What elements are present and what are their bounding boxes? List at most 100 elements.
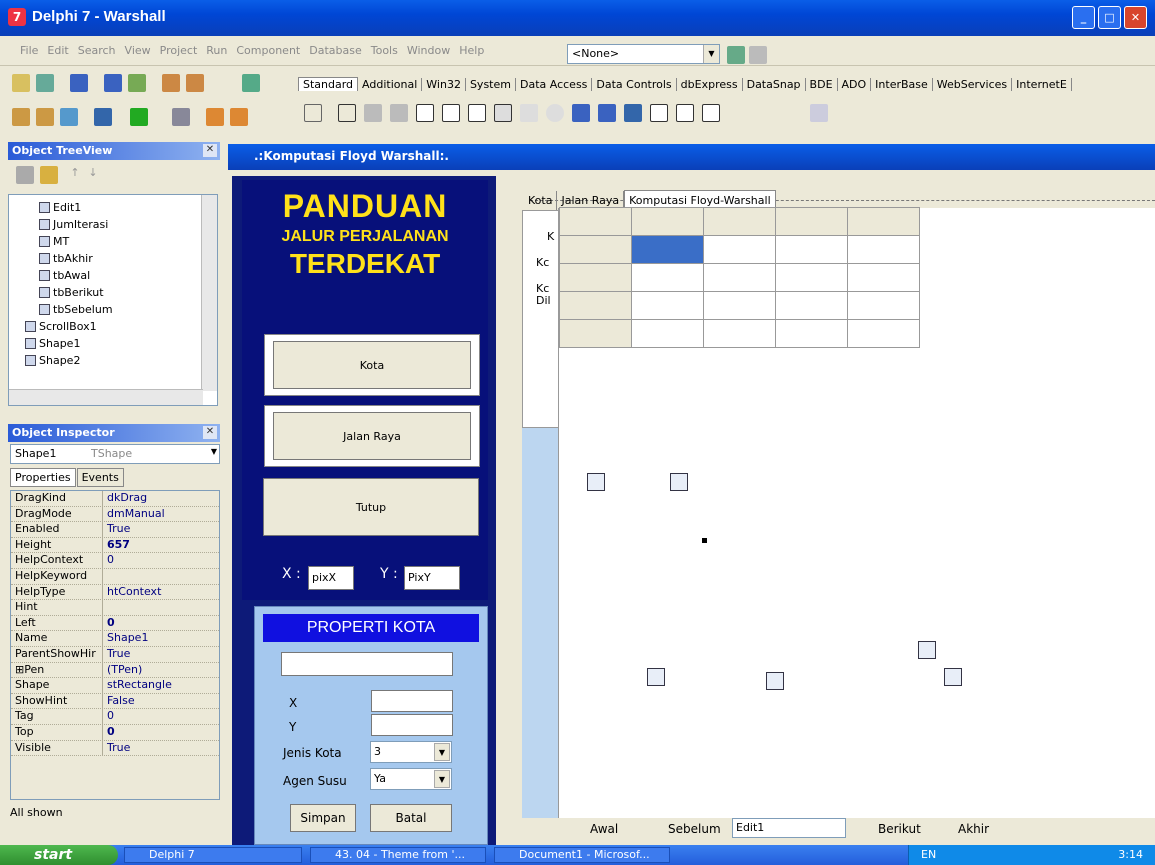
- property-value[interactable]: Shape1: [103, 631, 219, 646]
- property-row[interactable]: Left 0: [11, 615, 219, 632]
- edit-icon[interactable]: [442, 104, 460, 122]
- view-form-icon[interactable]: [36, 108, 54, 126]
- property-value[interactable]: dmManual: [103, 507, 219, 522]
- new-item-icon[interactable]: [40, 166, 58, 184]
- property-row[interactable]: DragMode dmManual: [11, 506, 219, 523]
- menu-tools[interactable]: Tools: [371, 44, 398, 57]
- object-treeview[interactable]: Edit1 JumIterasi MT tbAkhir tbAwal tbBer…: [8, 194, 218, 406]
- tab-properties[interactable]: Properties: [10, 468, 76, 487]
- palette-tab-interbase[interactable]: InterBase: [871, 77, 933, 91]
- table-component-icon[interactable]: [587, 473, 605, 491]
- chevron-down-icon[interactable]: ▼: [434, 743, 450, 761]
- datasource-icon[interactable]: [647, 668, 665, 686]
- view-unit-icon[interactable]: [12, 108, 30, 126]
- label-icon[interactable]: [416, 104, 434, 122]
- property-row[interactable]: DragKind dkDrag: [11, 491, 219, 507]
- property-grid[interactable]: DragKind dkDrag DragMode dmManual Enabled Tru…: [10, 490, 220, 800]
- property-row[interactable]: ⊞Pen (TPen): [11, 662, 219, 679]
- toggle-form-unit-icon[interactable]: [60, 108, 78, 126]
- open-project-icon[interactable]: [128, 74, 146, 92]
- tree-item[interactable]: Edit1: [39, 199, 81, 215]
- y-input[interactable]: [371, 714, 453, 736]
- set-debug-desktop-icon[interactable]: [749, 46, 767, 64]
- menu-help[interactable]: Help: [459, 44, 484, 57]
- tree-item[interactable]: Shape2: [25, 352, 80, 368]
- property-row[interactable]: HelpKeyword: [11, 568, 219, 585]
- delphi-app-icon[interactable]: 7: [8, 8, 26, 26]
- palette-tab-ado[interactable]: ADO: [838, 77, 872, 91]
- save-icon[interactable]: [70, 74, 88, 92]
- palette-tab-datasnap[interactable]: DataSnap: [743, 77, 806, 91]
- palette-tab-bde[interactable]: BDE: [806, 77, 838, 91]
- delete-icon[interactable]: [16, 166, 34, 184]
- new-form-icon[interactable]: [94, 108, 112, 126]
- desktop-combo[interactable]: <None> ▼: [567, 44, 720, 64]
- edit1-input[interactable]: Edit1: [732, 818, 846, 838]
- frames-icon[interactable]: [338, 104, 356, 122]
- property-row[interactable]: ParentShowHir True: [11, 646, 219, 663]
- mainmenu-icon[interactable]: [364, 104, 382, 122]
- menu-view[interactable]: View: [125, 44, 151, 57]
- property-value[interactable]: [103, 569, 219, 584]
- task-delphi[interactable]: Delphi 7: [124, 847, 302, 863]
- property-value[interactable]: 0: [103, 553, 219, 568]
- menu-window[interactable]: Window: [407, 44, 450, 57]
- property-row[interactable]: Name Shape1: [11, 631, 219, 647]
- palette-tab-dbexpress[interactable]: dbExpress: [677, 77, 743, 91]
- property-value[interactable]: True: [103, 647, 219, 662]
- menu-component[interactable]: Component: [236, 44, 300, 57]
- treeview-hscrollbar[interactable]: [9, 389, 203, 405]
- property-row[interactable]: Enabled True: [11, 522, 219, 538]
- property-row[interactable]: Height 657: [11, 537, 219, 554]
- run-icon[interactable]: [130, 108, 148, 126]
- property-row[interactable]: Tag 0: [11, 709, 219, 725]
- query-sql-icon[interactable]: [766, 672, 784, 690]
- tree-item[interactable]: JumIterasi: [39, 216, 108, 232]
- combobox-icon[interactable]: [598, 104, 616, 122]
- pause-icon[interactable]: [172, 108, 190, 126]
- tab-kota[interactable]: Kota: [524, 191, 558, 210]
- property-value[interactable]: dkDrag: [103, 491, 219, 506]
- agen-susu-select[interactable]: Ya ▼: [370, 768, 452, 790]
- inspector-object-selector[interactable]: Shape1 TShape ▼: [10, 444, 220, 464]
- property-value[interactable]: [103, 600, 219, 615]
- chevron-down-icon[interactable]: ▼: [703, 45, 719, 63]
- chevron-down-icon[interactable]: ▼: [211, 447, 217, 456]
- start-button[interactable]: start: [0, 845, 118, 865]
- property-value[interactable]: 657: [103, 538, 219, 553]
- tree-item[interactable]: tbBerikut: [39, 284, 104, 300]
- property-value[interactable]: True: [103, 522, 219, 537]
- menu-file[interactable]: File: [20, 44, 38, 57]
- close-icon[interactable]: ✕: [203, 426, 217, 439]
- property-row[interactable]: Visible True: [11, 740, 219, 757]
- batal-button[interactable]: Batal: [370, 804, 452, 832]
- property-row[interactable]: HelpContext 0: [11, 553, 219, 569]
- table-component-icon[interactable]: [670, 473, 688, 491]
- property-row[interactable]: Hint: [11, 600, 219, 616]
- palette-tab-webservices[interactable]: WebServices: [933, 77, 1013, 91]
- arrow-down-icon[interactable]: ↓: [84, 166, 102, 184]
- berikut-button[interactable]: Berikut: [878, 822, 921, 836]
- palette-tab-win32[interactable]: Win32: [422, 77, 466, 91]
- popupmenu-icon[interactable]: [390, 104, 408, 122]
- menu-edit[interactable]: Edit: [47, 44, 68, 57]
- palette-tab-system[interactable]: System: [466, 77, 516, 91]
- kota-button[interactable]: Kota: [273, 341, 471, 389]
- table-component-icon[interactable]: [944, 668, 962, 686]
- property-value[interactable]: 0: [103, 616, 219, 631]
- checkbox-icon[interactable]: [520, 104, 538, 122]
- maximize-button[interactable]: □: [1098, 6, 1121, 29]
- step-over-icon[interactable]: [230, 108, 248, 126]
- tree-item[interactable]: MT: [39, 233, 69, 249]
- treeview-scrollbar[interactable]: [201, 195, 217, 391]
- close-button[interactable]: ✕: [1124, 6, 1147, 29]
- jalan-raya-button[interactable]: Jalan Raya: [273, 412, 471, 460]
- property-value[interactable]: 0: [103, 709, 219, 724]
- remove-file-icon[interactable]: [186, 74, 204, 92]
- new-icon[interactable]: [12, 74, 30, 92]
- sebelum-button[interactable]: Sebelum: [668, 822, 721, 836]
- listbox-icon[interactable]: [572, 104, 590, 122]
- menu-project[interactable]: Project: [160, 44, 198, 57]
- trace-into-icon[interactable]: [206, 108, 224, 126]
- menu-search[interactable]: Search: [78, 44, 116, 57]
